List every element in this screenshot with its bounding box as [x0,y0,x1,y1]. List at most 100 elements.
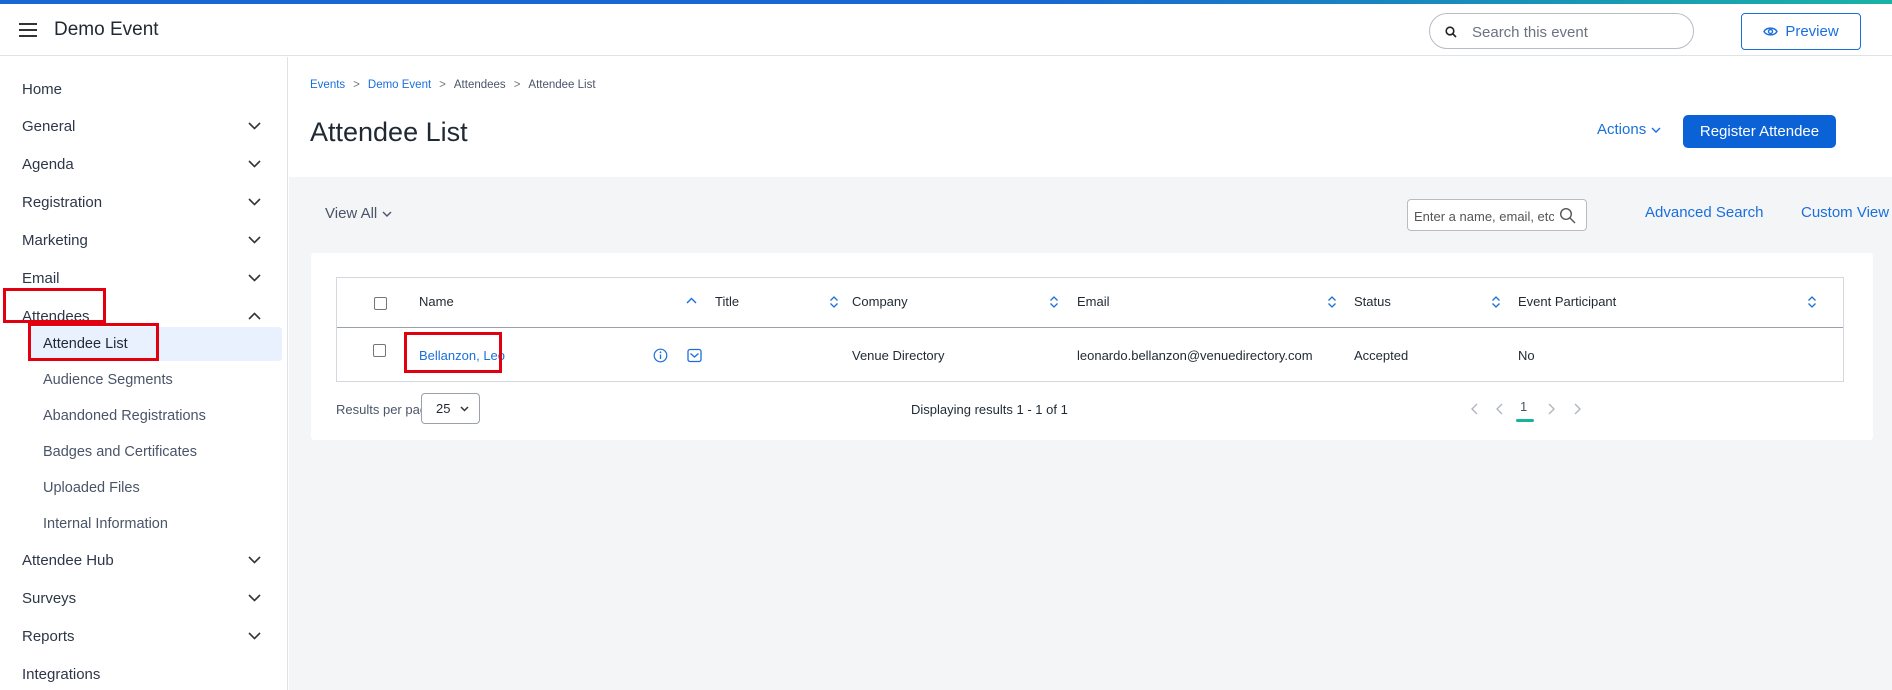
event-title: Demo Event [54,19,159,40]
breadcrumb-attendees: Attendees [453,79,506,91]
sidebar-item-registration[interactable]: Registration [0,186,288,218]
sidebar-item-label: Agenda [22,156,74,173]
chevron-down-icon [382,211,392,217]
menu-icon[interactable] [19,23,37,37]
sidebar-item-agenda[interactable]: Agenda [0,148,288,180]
column-header-title[interactable]: Title [715,294,739,309]
chevron-down-icon [248,556,261,564]
sidebar-subitem-uploaded-files[interactable]: Uploaded Files [30,471,282,505]
sidebar-subitem-label: Audience Segments [43,372,173,388]
sidebar-item-integrations[interactable]: Integrations [0,658,288,690]
sidebar-subitem-label: Abandoned Registrations [43,408,206,424]
attendee-status: Accepted [1354,348,1409,363]
event-search-input[interactable] [1472,22,1682,42]
current-page-indicator [1516,419,1534,422]
breadcrumb-separator-icon: > [353,79,360,91]
previous-page-icon[interactable] [1495,403,1505,415]
sort-icon[interactable] [1327,295,1337,309]
advanced-search-link[interactable]: Advanced Search [1645,204,1763,221]
event-search[interactable] [1429,13,1694,49]
sidebar: Home General Agenda Registration Marketi… [0,57,288,690]
last-page-icon[interactable] [1572,403,1582,415]
chevron-down-icon [248,274,261,282]
sidebar-item-surveys[interactable]: Surveys [0,582,288,614]
breadcrumb-demo-event[interactable]: Demo Event [368,79,431,91]
sidebar-item-reports[interactable]: Reports [0,620,288,652]
sort-ascending-icon[interactable] [686,297,697,304]
breadcrumb-separator-icon: > [439,79,446,91]
sidebar-item-label: Home [22,81,63,98]
eye-icon [1763,27,1779,36]
column-header-email[interactable]: Email [1077,294,1110,309]
attendee-company: Venue Directory [852,348,945,363]
sort-icon[interactable] [829,295,839,309]
breadcrumb: Events > Demo Event > Attendees > Attend… [310,79,596,91]
attendee-event-participant: No [1518,348,1535,363]
app-header: Demo Event Preview [0,4,1892,56]
custom-view-link[interactable]: Custom View [1801,204,1889,221]
actions-label: Actions [1597,121,1647,138]
sidebar-item-label: Marketing [22,232,88,249]
sidebar-subitem-abandoned-registrations[interactable]: Abandoned Registrations [30,399,282,433]
sidebar-item-home[interactable]: Home [0,73,288,105]
sidebar-item-label: Integrations [22,666,101,683]
sort-icon[interactable] [1807,295,1817,309]
sidebar-item-label: Attendee Hub [22,552,114,569]
chevron-down-icon [460,405,469,412]
search-icon[interactable] [1559,207,1576,224]
results-per-page-value: 25 [436,401,451,416]
chevron-down-icon [248,594,261,602]
attendee-list-panel: View All Advanced Search Custom View Nam… [289,177,1892,690]
column-header-status[interactable]: Status [1354,294,1391,309]
sidebar-subitem-audience-segments[interactable]: Audience Segments [30,363,282,397]
sidebar-subitem-badges-and-certificates[interactable]: Badges and Certificates [30,435,282,469]
sidebar-item-label: Email [22,270,60,287]
sort-icon[interactable] [1049,295,1059,309]
actions-dropdown[interactable]: Actions [1597,121,1661,138]
preview-button[interactable]: Preview [1741,13,1861,50]
sidebar-item-label: General [22,118,76,135]
row-checkbox[interactable] [373,344,386,357]
breadcrumb-separator-icon: > [513,79,521,91]
chevron-down-icon [248,160,261,168]
sidebar-subitem-label: Uploaded Files [43,480,140,496]
sidebar-item-general[interactable]: General [0,110,288,142]
column-header-event-participant[interactable]: Event Participant [1518,294,1616,309]
breadcrumb-events[interactable]: Events [310,79,345,91]
search-icon [1445,26,1457,38]
page-number-current[interactable]: 1 [1520,399,1527,414]
chevron-down-icon [248,236,261,244]
attendee-filter[interactable] [1407,199,1587,231]
chevron-down-icon [248,198,261,206]
page-header: Events > Demo Event > Attendees > Attend… [289,57,1892,177]
attendee-filter-input[interactable] [1414,207,1554,225]
register-attendee-button[interactable]: Register Attendee [1683,115,1836,148]
attendee-list-highlight-box [28,323,159,361]
pagination-bar: Results per page 25 Displaying results 1… [336,392,1846,426]
sort-icon[interactable] [1491,295,1501,309]
view-all-label: View All [325,205,378,222]
table-row: Bellanzon, Leo Venue Directory leonardo.… [337,329,1843,382]
attendee-table-card: Name Title Company Email Status Event Pa… [311,253,1873,440]
results-per-page-select[interactable]: 25 [421,393,480,424]
view-all-dropdown[interactable]: View All [325,205,392,222]
select-all-checkbox[interactable] [374,297,387,310]
sidebar-subitem-label: Internal Information [43,516,168,532]
next-page-icon[interactable] [1546,403,1556,415]
results-count: Displaying results 1 - 1 of 1 [911,402,1068,417]
attendee-email: leonardo.bellanzon@venuedirectory.com [1077,348,1313,363]
email-icon[interactable] [687,348,702,363]
info-icon[interactable] [653,348,668,363]
first-page-icon[interactable] [1470,403,1480,415]
page-title: Attendee List [310,117,468,147]
column-header-company[interactable]: Company [852,294,908,309]
sidebar-item-label: Surveys [22,590,77,607]
chevron-down-icon [248,122,261,130]
preview-label: Preview [1785,23,1839,40]
attendees-highlight-box [3,288,106,323]
attendee-table: Name Title Company Email Status Event Pa… [336,277,1844,382]
sidebar-item-marketing[interactable]: Marketing [0,224,288,256]
column-header-name[interactable]: Name [419,294,454,309]
sidebar-subitem-internal-information[interactable]: Internal Information [30,507,282,541]
sidebar-item-attendee-hub[interactable]: Attendee Hub [0,544,288,576]
